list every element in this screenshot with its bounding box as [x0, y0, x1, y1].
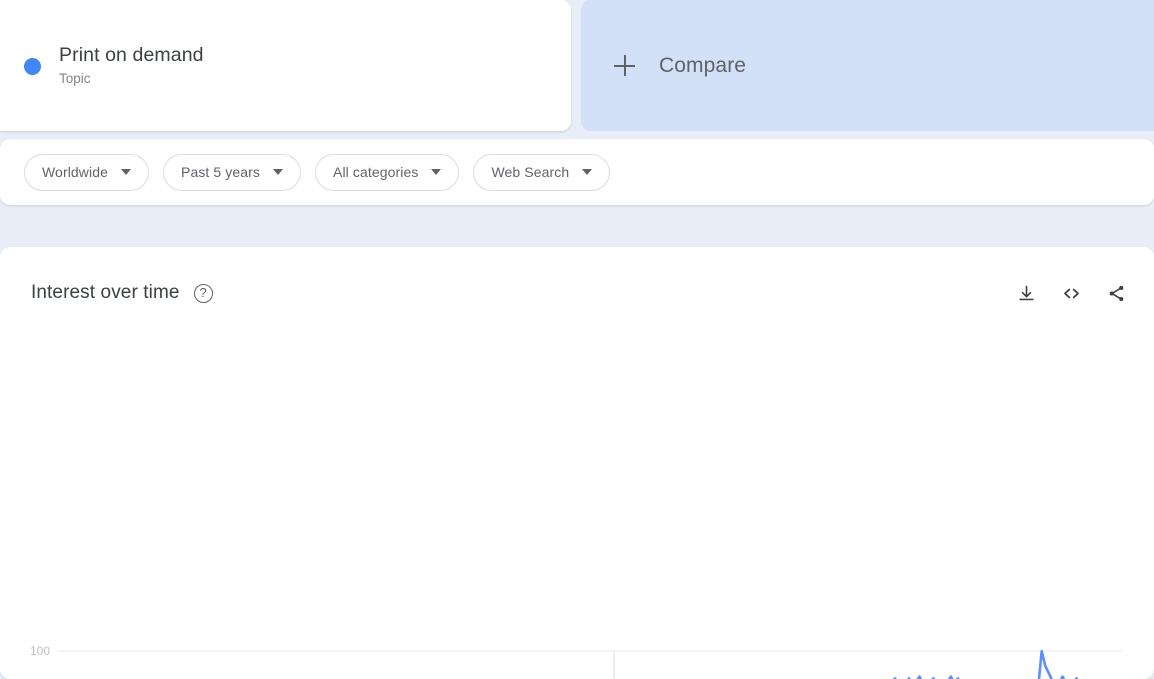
search-term-subtitle: Topic — [59, 71, 91, 86]
compare-button[interactable]: Compare — [581, 0, 1154, 131]
chevron-down-icon — [121, 169, 131, 175]
search-term-card[interactable]: Print on demand Topic — [0, 0, 571, 131]
chart-header: Interest over time ? — [31, 274, 1128, 312]
y-axis-tick-100: 100 — [29, 644, 50, 658]
download-icon[interactable] — [1014, 281, 1038, 305]
search-terms-row: Print on demand Topic Compare — [0, 0, 1154, 131]
interest-over-time-panel: Interest over time ? 100 — [0, 247, 1154, 679]
compare-label: Compare — [659, 53, 747, 77]
chevron-down-icon — [582, 169, 593, 175]
question-mark-icon[interactable]: ? — [193, 283, 213, 303]
page-title: Interest over time — [31, 282, 180, 303]
filter-bar: Worldwide Past 5 years All categories We… — [0, 139, 1154, 205]
plus-icon — [614, 55, 635, 76]
filter-chip-category[interactable]: All categories — [315, 153, 460, 191]
term-text-group: Print on demand Topic — [59, 42, 204, 89]
chevron-down-icon — [273, 169, 284, 175]
embed-icon[interactable] — [1059, 281, 1083, 305]
filter-chip-search-type[interactable]: Web Search — [473, 153, 611, 191]
chart-actions — [1014, 281, 1128, 305]
share-icon[interactable] — [1104, 281, 1128, 305]
google-trends-page: Print on demand Topic Compare Worldwide … — [0, 0, 1154, 679]
search-term-title: Print on demand — [59, 44, 204, 66]
filter-chip-location[interactable]: Worldwide — [24, 153, 149, 191]
filter-chip-time-range[interactable]: Past 5 years — [163, 153, 302, 191]
filter-chip-location-label: Worldwide — [42, 164, 108, 180]
chart-title-group: Interest over time ? — [31, 282, 213, 304]
chevron-down-icon — [431, 169, 442, 175]
filter-chip-search-type-label: Web Search — [491, 164, 570, 180]
term-color-dot — [24, 58, 41, 75]
filter-chip-time-range-label: Past 5 years — [181, 164, 261, 180]
filter-chip-category-label: All categories — [333, 164, 419, 180]
